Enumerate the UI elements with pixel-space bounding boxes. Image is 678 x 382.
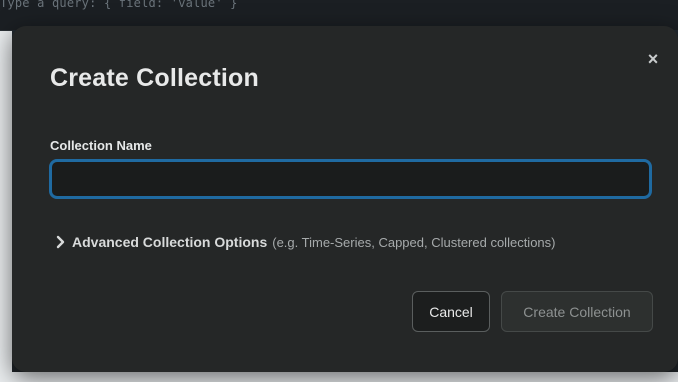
close-icon: × bbox=[647, 49, 659, 69]
create-collection-button[interactable]: Create Collection bbox=[501, 291, 653, 332]
create-collection-modal: × Create Collection Collection Name Adva… bbox=[12, 26, 678, 372]
chevron-right-icon bbox=[56, 235, 65, 249]
cancel-button[interactable]: Cancel bbox=[412, 291, 490, 332]
close-button[interactable]: × bbox=[644, 50, 662, 68]
collection-name-label: Collection Name bbox=[50, 138, 152, 153]
advanced-options-hint: (e.g. Time-Series, Capped, Clustered col… bbox=[272, 234, 556, 250]
advanced-options-toggle[interactable]: Advanced Collection Options (e.g. Time-S… bbox=[54, 232, 555, 252]
modal-title: Create Collection bbox=[50, 64, 260, 92]
query-bar-text: Type a query: { field: 'value' } bbox=[0, 0, 238, 10]
advanced-options-label: Advanced Collection Options bbox=[72, 234, 268, 250]
collection-name-input[interactable] bbox=[49, 159, 652, 199]
